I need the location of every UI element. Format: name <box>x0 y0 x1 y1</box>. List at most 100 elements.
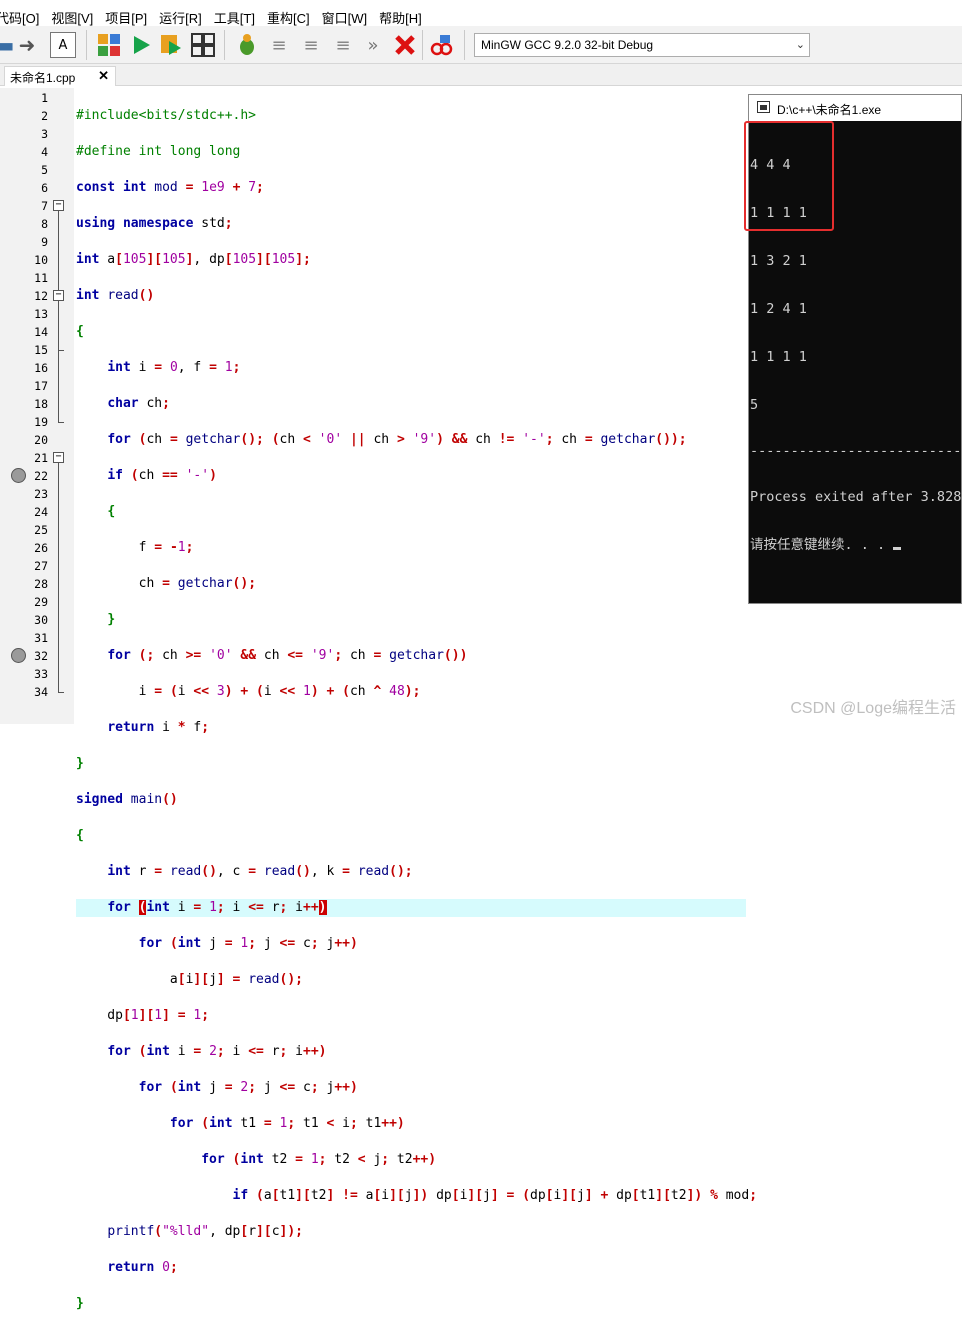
run-icon[interactable] <box>128 32 154 58</box>
code-line: int r = read(), c = read(), k = read(); <box>107 864 413 879</box>
menu-window[interactable]: 窗口[W] <box>316 6 374 26</box>
console-exit-message: Process exited after 3.828 <box>750 489 962 505</box>
line-number: 33 <box>34 667 48 681</box>
code-line: return i * f; <box>107 720 210 735</box>
step-icon[interactable]: ≡ <box>266 32 292 58</box>
line-number: 26 <box>34 541 48 555</box>
fold-end <box>58 422 64 423</box>
tab-file[interactable]: 未命名1.cpp ✕ <box>4 66 116 86</box>
fold-toggle-icon[interactable]: − <box>53 290 64 301</box>
debug-bug-icon[interactable] <box>234 32 260 58</box>
compile-run-icon[interactable] <box>158 32 184 58</box>
code-line: for (int i = 2; i <= r; i++) <box>107 1044 327 1059</box>
stop-icon[interactable] <box>392 32 418 58</box>
line-number: 1 <box>41 91 48 105</box>
menu-help[interactable]: 帮助[H] <box>373 6 428 26</box>
menu-view[interactable]: 视图[V] <box>45 6 99 26</box>
line-number: 11 <box>34 271 48 285</box>
line-number: 24 <box>34 505 48 519</box>
rebuild-all-icon[interactable] <box>190 32 216 58</box>
format-text-icon[interactable]: A <box>50 32 76 58</box>
close-icon[interactable]: ✕ <box>98 68 109 84</box>
menu-project[interactable]: 项目[P] <box>99 6 153 26</box>
line-number: 23 <box>34 487 48 501</box>
forward-arrow-icon[interactable]: ➜ <box>14 32 40 58</box>
line-number: 4 <box>41 145 48 159</box>
line-number: 18 <box>34 397 48 411</box>
step-into-icon[interactable]: ≡ <box>298 32 324 58</box>
console-line: 1 1 1 1 <box>750 349 807 365</box>
compile-icon[interactable] <box>96 32 122 58</box>
code-line: { <box>76 828 84 843</box>
line-number: 3 <box>41 127 48 141</box>
line-number: 17 <box>34 379 48 393</box>
console-app-icon <box>757 101 770 113</box>
menu-tools[interactable]: 工具[T] <box>208 6 261 26</box>
chevron-down-icon[interactable]: ⌄ <box>796 38 805 51</box>
breakpoint-icon[interactable] <box>11 648 26 663</box>
fold-line <box>58 463 59 692</box>
fold-end <box>58 692 64 693</box>
toolbar-separator <box>422 30 423 60</box>
line-number: 28 <box>34 577 48 591</box>
line-number: 31 <box>34 631 48 645</box>
console-title-bar[interactable]: D:\c++\未命名1.exe <box>749 95 961 121</box>
code-line: for (int j = 2; j <= c; j++) <box>138 1080 358 1095</box>
console-line: 1 3 2 1 <box>750 253 807 269</box>
menu-code[interactable]: 代码[O] <box>0 6 45 26</box>
fold-toggle-icon[interactable]: − <box>53 200 64 211</box>
code-line: a[i][j] = read(); <box>76 972 303 987</box>
compiler-select[interactable]: MinGW GCC 9.2.0 32-bit Debug ⌄ <box>474 33 810 57</box>
fold-line <box>58 211 59 422</box>
console-line: 1 2 4 1 <box>750 301 807 317</box>
line-number: 20 <box>34 433 48 447</box>
menu-bar: 代码[O] 视图[V] 项目[P] 运行[R] 工具[T] 重构[C] 窗口[W… <box>0 6 962 26</box>
line-number: 13 <box>34 307 48 321</box>
line-number: 10 <box>34 253 48 267</box>
line-gutter: 1 2 3 4 5 6 7 8 9 10 11 12 13 14 15 16 17 18 19 20 21 22 23 24 2… <box>0 88 74 724</box>
continue-icon[interactable]: » <box>360 32 386 58</box>
code-line: if (a[t1][t2] != a[i][j]) dp[i][j] = (dp… <box>232 1188 758 1203</box>
toolbar-separator <box>464 30 465 60</box>
line-number: 16 <box>34 361 48 375</box>
line-number: 8 <box>41 217 48 231</box>
compiler-select-value: MinGW GCC 9.2.0 32-bit Debug <box>481 38 654 52</box>
breakpoint-icon[interactable] <box>11 468 26 483</box>
line-number: 14 <box>34 325 48 339</box>
cursor-icon <box>893 547 902 550</box>
console-title: D:\c++\未命名1.exe <box>777 103 882 117</box>
code-line: for (; ch >= '0' && ch <= '9'; ch = getc… <box>107 648 468 663</box>
line-number: 9 <box>41 235 48 249</box>
fold-toggle-icon[interactable]: − <box>53 452 64 463</box>
line-number: 2 <box>41 109 48 123</box>
line-number: 12 <box>34 289 48 303</box>
code-line-highlighted: for (int i = 1; i <= r; i++) <box>76 899 746 917</box>
line-number: 34 <box>34 685 48 699</box>
toolbar-separator <box>224 30 225 60</box>
menu-refactor[interactable]: 重构[C] <box>261 6 316 26</box>
code-line: } <box>76 1296 84 1311</box>
line-number: 25 <box>34 523 48 537</box>
console-separator: -------------------------------- <box>750 445 962 457</box>
code-line: for (int t2 = 1; t2 < j; t2++) <box>201 1152 437 1167</box>
console-line: 5 <box>750 397 759 413</box>
fold-end <box>58 350 64 351</box>
menu-run[interactable]: 运行[R] <box>153 6 208 26</box>
line-number: 15 <box>34 343 48 357</box>
code-line: dp[1][1] = 1; <box>76 1008 210 1023</box>
tab-file-label: 未命名1.cpp <box>10 71 76 85</box>
profile-icon[interactable] <box>428 32 454 58</box>
line-number: 19 <box>34 415 48 429</box>
code-line: } <box>76 756 84 771</box>
line-number: 5 <box>41 163 48 177</box>
console-press-key: 请按任意键继续. . . <box>750 537 961 553</box>
code-line: for (int t1 = 1; t1 < i; t1++) <box>169 1116 405 1131</box>
code-line: printf("%lld", dp[r][c]); <box>107 1224 304 1239</box>
step-out-icon[interactable]: ≡ <box>330 32 356 58</box>
line-number: 30 <box>34 613 48 627</box>
editor-tab-bar: 未命名1.cpp ✕ <box>0 64 962 86</box>
code-line: signed main() <box>76 792 178 807</box>
line-number: 29 <box>34 595 48 609</box>
watermark: CSDN @Loge编程生活 <box>790 700 956 717</box>
toolbar-separator <box>86 30 87 60</box>
